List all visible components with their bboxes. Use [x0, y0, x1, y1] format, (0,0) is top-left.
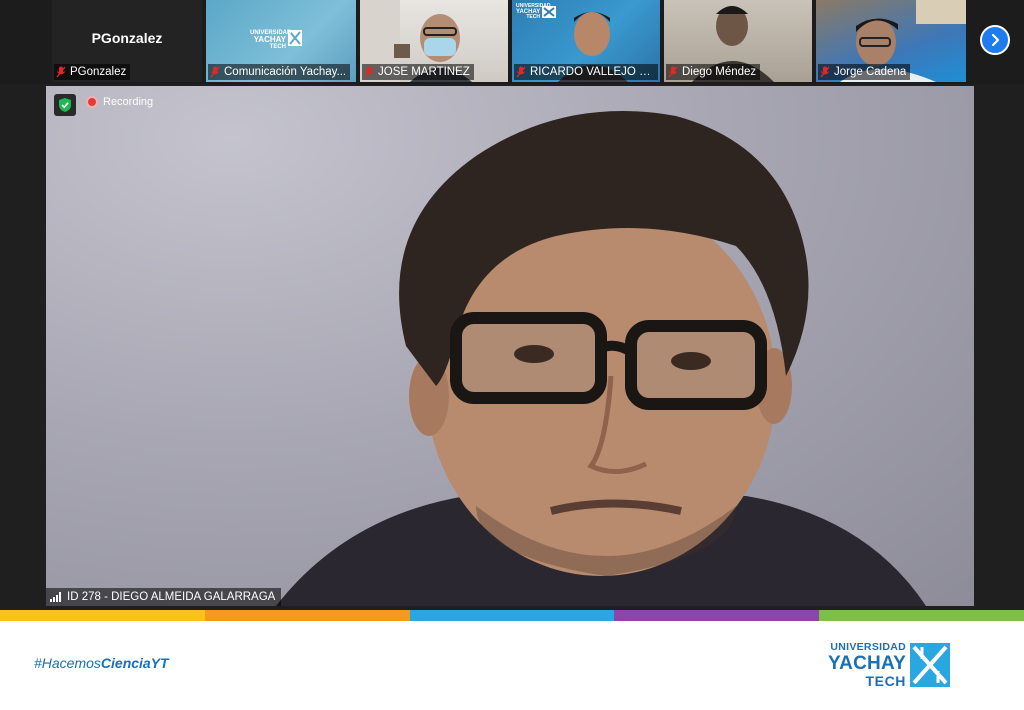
signal-strength-icon	[50, 592, 61, 602]
yachay-logo-mark-icon	[910, 643, 950, 687]
participant-tile-name: PGonzalez	[91, 30, 163, 46]
muted-mic-icon	[516, 66, 526, 78]
encryption-shield-icon[interactable]	[54, 94, 76, 116]
color-segment	[409, 610, 615, 621]
participant-name: JOSE MARTINEZ	[378, 66, 470, 78]
participant-name: Diego Méndez	[682, 66, 757, 78]
participant-tile-jose-martinez[interactable]: JOSE MARTINEZ	[360, 0, 508, 82]
color-segment	[204, 610, 410, 621]
yachay-tech-logo: UNIVERSIDAD YACHAY TECH	[812, 639, 952, 691]
color-segment	[614, 610, 820, 621]
participant-name: Comunicación Yachay...	[224, 66, 347, 78]
participant-label: Comunicación Yachay...	[208, 64, 351, 80]
recording-indicator[interactable]: Recording	[86, 96, 153, 108]
hashtag-text: #HacemosCienciaYT	[34, 655, 169, 671]
next-page-button[interactable]	[980, 25, 1010, 55]
muted-mic-icon	[56, 66, 66, 78]
speaker-label: ID 278 - DIEGO ALMEIDA GALARRAGA	[46, 588, 282, 606]
participant-name: RICARDO VALLEJO Cl...	[530, 66, 654, 78]
logo-line-1: UNIVERSIDAD	[830, 641, 906, 653]
color-segment	[819, 610, 1024, 621]
participant-label: JOSE MARTINEZ	[362, 64, 474, 80]
thumbnail-logo-text: UNIVERSIDAD YACHAY TECH	[516, 3, 551, 20]
participant-tile-jorge-cadena[interactable]: Jorge Cadena	[816, 0, 966, 82]
logo-line-3: TECH	[865, 673, 906, 689]
branding-footer: #HacemosCienciaYT UNIVERSIDAD YACHAY TEC…	[0, 621, 1024, 710]
speaker-name: ID 278 - DIEGO ALMEIDA GALARRAGA	[67, 591, 276, 603]
muted-mic-icon	[364, 66, 374, 78]
speaker-video-feed	[276, 111, 926, 606]
active-speaker-video[interactable]: Recording ID 278 - DIEGO ALMEIDA GALARRA…	[46, 86, 974, 606]
participant-label: Jorge Cadena	[818, 64, 911, 80]
muted-mic-icon	[668, 66, 678, 78]
participant-label: PGonzalez	[54, 64, 131, 80]
participant-tile-pgonzalez[interactable]: PGonzalez PGonzalez	[52, 0, 202, 82]
participant-strip: PGonzalez PGonzalez UNIVERSIDAD YACHAY TEC…	[0, 0, 1024, 84]
brand-color-bar	[0, 610, 1024, 621]
color-segment	[0, 610, 205, 621]
muted-mic-icon	[820, 66, 830, 78]
participant-tile-comunicacion[interactable]: UNIVERSIDAD YACHAY TECH Comunicación Yacha…	[206, 0, 356, 82]
participant-label: Diego Méndez	[666, 64, 761, 80]
thumbnail-logo-text: UNIVERSIDAD YACHAY TECH	[250, 30, 292, 50]
recording-dot-icon	[86, 96, 98, 108]
participant-name: Jorge Cadena	[834, 66, 907, 78]
participant-tile-diego-mendez[interactable]: Diego Méndez	[664, 0, 812, 82]
participant-name: PGonzalez	[70, 66, 127, 78]
participant-label: RICARDO VALLEJO Cl...	[514, 64, 658, 80]
chevron-right-icon	[991, 33, 1000, 47]
muted-mic-icon	[210, 66, 220, 78]
recording-label: Recording	[103, 96, 154, 108]
participant-tile-ricardo-vallejo[interactable]: UNIVERSIDAD YACHAY TECH RICARDO VALLEJO Cl…	[512, 0, 660, 82]
logo-line-2: YACHAY	[828, 653, 906, 674]
